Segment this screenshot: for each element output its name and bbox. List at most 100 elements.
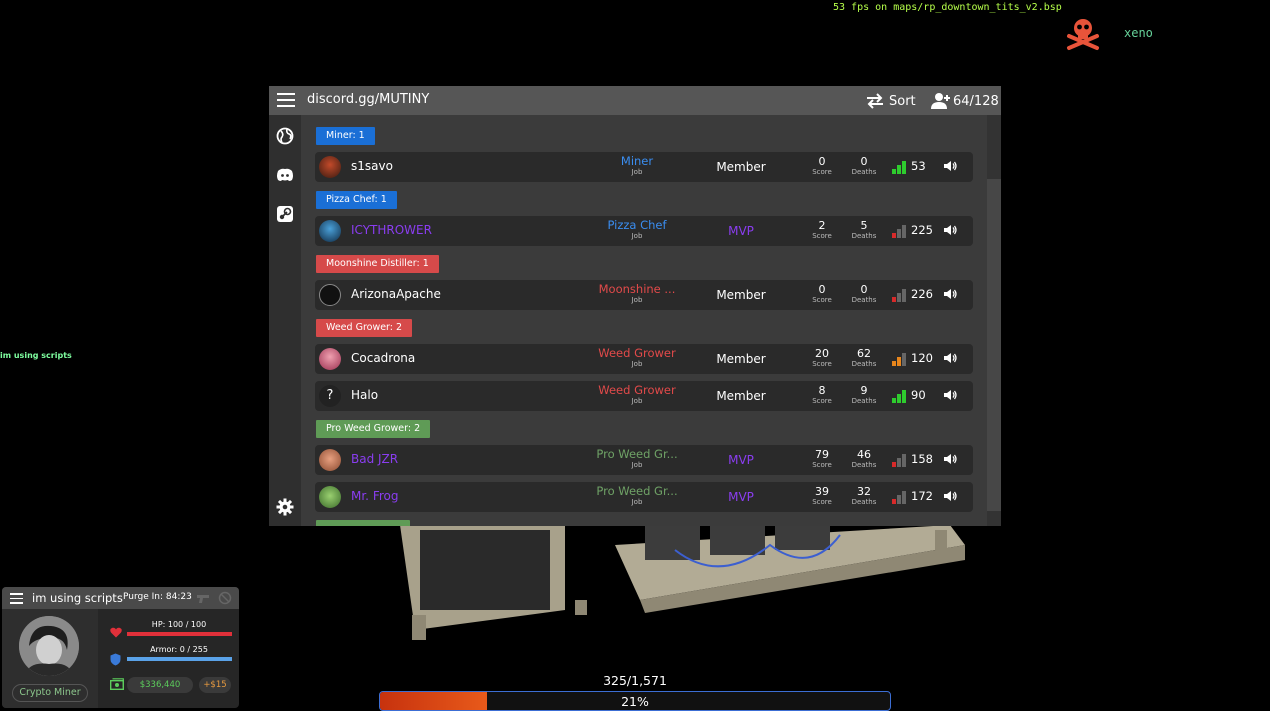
player-job: Miner Job [577,155,697,177]
signal-bar [897,165,901,174]
player-job: Weed Grower Job [577,383,697,406]
brand-name: xeno [1124,26,1153,40]
speaker-icon[interactable] [943,489,957,503]
group-label-next [316,520,410,526]
speaker-icon[interactable] [943,452,957,466]
speaker-icon[interactable] [943,287,957,301]
player-score: 8 Score [802,384,842,405]
money-display: $336,440 [127,677,193,693]
signal-bar [892,297,896,302]
group-label-miner: Miner: 1 [316,127,375,145]
deaths-value: 46 [857,448,871,461]
signal-bars-icon [892,353,908,366]
income-display: +$15 [199,677,231,693]
player-row[interactable]: Mr. Frog Pro Weed Gr... Job MVP 39 Score 3… [315,482,973,512]
hp-bar-fill [127,632,232,636]
score-caption: Score [812,397,832,405]
player-job: Pro Weed Gr... Job [577,448,697,470]
signal-bar [902,353,906,366]
deaths-value: 0 [860,155,868,168]
signal-bar [897,394,901,403]
player-row[interactable]: ? Halo Weed Grower Job Member 8 Score 9 Dea… [315,381,973,411]
gun-icon [197,595,209,603]
player-row[interactable]: s1savo Miner Job Member 0 Score 0 Deaths 53 [315,152,973,182]
group-label-pro-weed-grower: Pro Weed Grower: 2 [316,420,431,438]
discord-icon[interactable] [276,166,294,184]
hud-header: im using scripts Purge In: 84:23 [2,587,239,609]
score-value: 0 [818,283,826,296]
skull-crossbones-icon [1067,19,1099,50]
speaker-icon[interactable] [943,223,957,237]
score-caption: Score [812,296,832,304]
player-name: Mr. Frog [351,489,399,503]
player-row[interactable]: ICYTHROWER Pizza Chef Job MVP 2 Score 5 Dea… [315,216,973,246]
player-score: 20 Score [802,347,842,368]
speaker-icon[interactable] [943,388,957,402]
player-deaths: 0 Deaths [844,283,884,304]
player-rank: Member [716,352,766,366]
player-rank: MVP [728,453,754,467]
speaker-icon[interactable] [943,159,957,173]
player-deaths: 5 Deaths [844,219,884,240]
menu-icon[interactable] [277,93,295,108]
player-score: 79 Score [802,448,842,469]
player-rank: Member [716,288,766,302]
server-name: discord.gg/MUTINY [307,92,430,107]
player-deaths: 46 Deaths [844,448,884,469]
armor-bar [127,657,232,661]
scrollbar[interactable] [987,115,1001,526]
player-hud: im using scripts Purge In: 84:23 Crypto … [2,587,239,708]
group-label-weed-grower: Weed Grower: 2 [316,319,413,337]
avatar [319,156,341,178]
shield-icon [110,653,121,666]
speaker-icon[interactable] [943,351,957,365]
world-scene [400,510,965,640]
player-score: 2 Score [802,219,842,240]
sort-label: Sort [889,93,916,109]
player-list: Miner: 1 s1savo Miner Job Member 0 Score 0… [315,122,975,526]
signal-bar [902,289,906,302]
deaths-caption: Deaths [851,360,877,368]
score-caption: Score [812,461,832,469]
player-score: 0 Score [802,283,842,304]
gear-icon[interactable] [276,498,294,516]
player-name: Cocadrona [351,351,416,365]
signal-bar [902,225,906,238]
xp-progress-text: 325/1,571 [603,673,667,688]
job-value: Weed Grower [598,346,676,360]
player-job: Moonshine ... Job [577,283,697,305]
avatar [319,220,341,242]
globe-icon[interactable] [276,127,294,145]
scrollbar-thumb[interactable] [987,179,1001,511]
scoreboard-sidebar [269,115,301,526]
player-rank: MVP [728,224,754,238]
player-name: s1savo [351,159,393,173]
signal-bars-icon [892,491,908,504]
player-rank: Member [716,389,766,403]
signal-bars-icon [892,390,908,403]
player-row[interactable]: Bad JZR Pro Weed Gr... Job MVP 79 Score 46… [315,445,973,475]
armor-label: Armor: 0 / 255 [150,645,208,654]
swap-arrows-icon [867,93,883,109]
signal-bar [892,462,896,467]
player-row[interactable]: ArizonaApache Moonshine ... Job Member 0S… [315,280,973,310]
avatar [319,486,341,508]
player-row[interactable]: Cocadrona Weed Grower Job Member 20 Score … [315,344,973,374]
deaths-value: 9 [860,384,868,397]
score-caption: Score [812,232,832,240]
player-ping: 172 [911,489,933,503]
job-caption: Job [631,461,643,469]
sort-button[interactable]: Sort [865,91,916,111]
score-value: 20 [815,347,829,360]
player-ping: 120 [911,351,933,365]
steam-icon[interactable] [276,205,294,223]
menu-icon[interactable] [10,593,23,604]
signal-bar [897,293,901,302]
purge-timer: Purge In: 84:23 [123,592,192,602]
player-name: ICYTHROWER [351,223,432,237]
score-caption: Score [812,168,832,176]
job-value: Weed Grower [598,383,676,397]
player-ping: 90 [911,388,926,402]
cash-icon [110,678,124,690]
player-rank: Member [716,160,766,174]
